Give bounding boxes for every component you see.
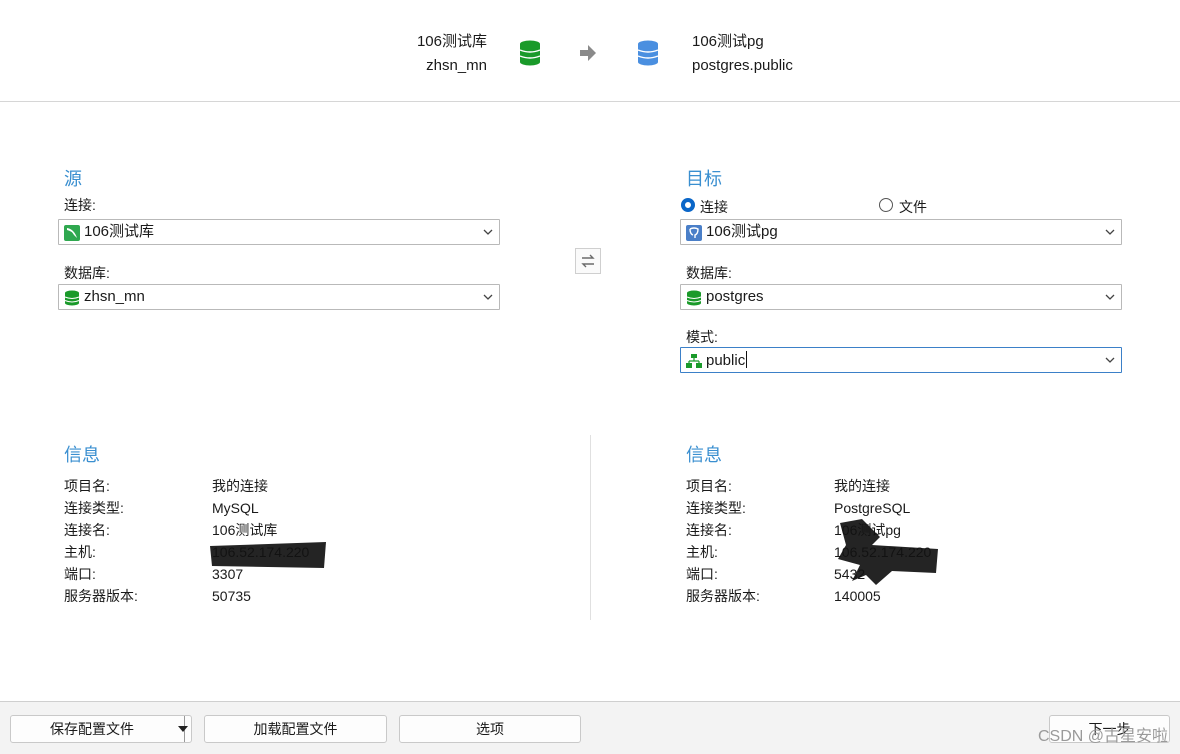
source-title: 源 bbox=[64, 169, 82, 189]
chevron-down-icon bbox=[1105, 294, 1115, 300]
panel-divider bbox=[590, 435, 591, 620]
watermark: CSDN @古星安啦 bbox=[1037, 728, 1168, 745]
info-row: 项目名: 我的连接 bbox=[64, 478, 268, 494]
chevron-down-icon bbox=[1105, 357, 1115, 363]
info-row: 项目名: 我的连接 bbox=[686, 478, 890, 494]
dropdown-arrow-icon[interactable] bbox=[178, 726, 188, 732]
redaction-scribble bbox=[838, 519, 938, 585]
source-database-value: zhsn_mn bbox=[84, 288, 145, 305]
source-connection-name: 106测试库 bbox=[416, 33, 487, 50]
target-schema-value[interactable]: public bbox=[706, 351, 748, 370]
target-schema-label: 模式: bbox=[686, 329, 718, 345]
target-schema-name: postgres.public bbox=[692, 57, 793, 74]
target-connection-select[interactable]: 106测试pg bbox=[680, 219, 1122, 245]
radio-connection-label: 连接 bbox=[700, 199, 728, 215]
radio-file-label: 文件 bbox=[899, 199, 927, 215]
target-info-title: 信息 bbox=[686, 445, 722, 465]
target-connection-name: 106测试pg bbox=[692, 33, 764, 50]
chevron-down-icon bbox=[483, 294, 493, 300]
postgres-connection-icon bbox=[686, 225, 702, 241]
source-connection-value: 106测试库 bbox=[84, 223, 155, 240]
header-bar: 106测试库 zhsn_mn 106测试pg postgres.public bbox=[0, 0, 1180, 102]
chevron-down-icon bbox=[483, 229, 493, 235]
info-row: 服务器版本: 140005 bbox=[686, 588, 881, 604]
swap-arrows-icon bbox=[581, 254, 595, 268]
arrow-right-icon bbox=[580, 45, 596, 61]
footer-bar: 保存配置文件 加载配置文件 选项 下一步 bbox=[0, 701, 1180, 754]
postgres-database-icon bbox=[637, 40, 659, 66]
mysql-database-icon bbox=[519, 40, 541, 66]
chevron-down-icon bbox=[1105, 229, 1115, 235]
source-database-name: zhsn_mn bbox=[426, 57, 487, 74]
radio-file-dot[interactable] bbox=[879, 198, 893, 212]
target-database-value: postgres bbox=[706, 288, 764, 305]
mysql-connection-icon bbox=[64, 225, 80, 241]
radio-connection-dot[interactable] bbox=[681, 198, 695, 212]
source-connection-label: 连接: bbox=[64, 197, 96, 213]
info-row: 连接类型: MySQL bbox=[64, 500, 259, 516]
database-icon bbox=[686, 290, 702, 306]
info-row: 服务器版本: 50735 bbox=[64, 588, 251, 604]
save-profile-button[interactable]: 保存配置文件 bbox=[10, 715, 192, 743]
source-connection-select[interactable]: 106测试库 bbox=[58, 219, 500, 245]
options-button[interactable]: 选项 bbox=[399, 715, 581, 743]
target-summary: 106测试pg postgres.public bbox=[692, 30, 793, 78]
source-database-select[interactable]: zhsn_mn bbox=[58, 284, 500, 310]
target-database-select[interactable]: postgres bbox=[680, 284, 1122, 310]
target-database-label: 数据库: bbox=[686, 265, 732, 281]
database-icon bbox=[64, 290, 80, 306]
target-connection-value: 106测试pg bbox=[706, 223, 778, 240]
swap-button[interactable] bbox=[575, 248, 601, 274]
redaction-scribble bbox=[210, 542, 326, 568]
schema-icon bbox=[686, 354, 702, 368]
source-database-label: 数据库: bbox=[64, 265, 110, 281]
load-profile-button[interactable]: 加载配置文件 bbox=[204, 715, 387, 743]
source-info-title: 信息 bbox=[64, 445, 100, 465]
source-summary: 106测试库 zhsn_mn bbox=[417, 30, 487, 78]
target-schema-select[interactable]: public bbox=[680, 347, 1122, 373]
target-title: 目标 bbox=[686, 169, 722, 189]
